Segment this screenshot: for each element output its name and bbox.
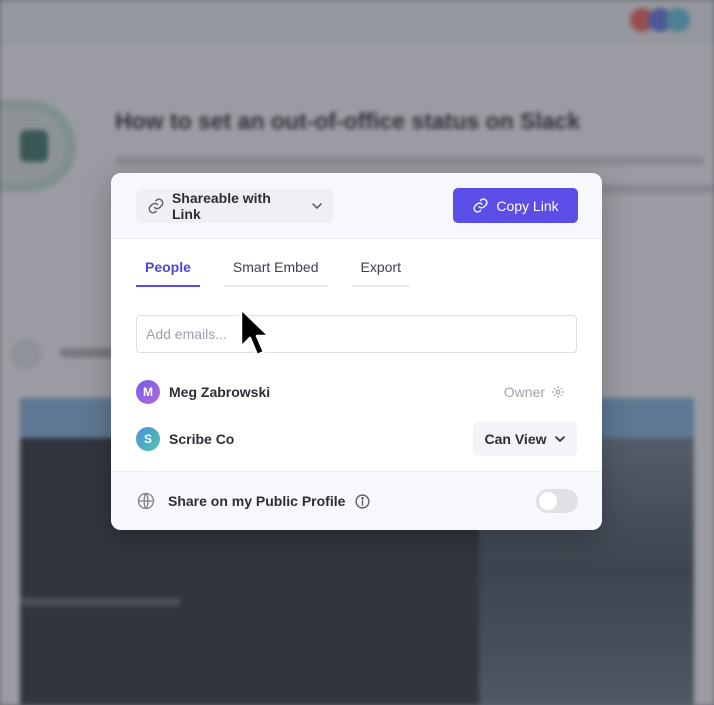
- tab-export[interactable]: Export: [351, 257, 410, 287]
- role-label: Can View: [484, 431, 547, 447]
- modal-header: Shareable with Link Copy Link: [111, 173, 602, 239]
- chevron-down-icon: [312, 203, 322, 210]
- person-row-viewer: S Scribe Co Can View: [136, 422, 577, 456]
- public-profile-label: Share on my Public Profile: [168, 493, 346, 509]
- toggle-knob: [539, 492, 557, 510]
- tab-smart-embed[interactable]: Smart Embed: [223, 257, 328, 287]
- modal-footer: Share on my Public Profile: [111, 471, 602, 530]
- role-label: Owner: [503, 384, 545, 400]
- link-icon: [148, 198, 164, 214]
- copy-link-button[interactable]: Copy Link: [453, 188, 578, 223]
- public-profile-row: Share on my Public Profile: [136, 491, 371, 511]
- avatar: M: [136, 380, 160, 404]
- permission-dropdown[interactable]: Can View: [473, 422, 577, 456]
- link-icon: [473, 198, 488, 213]
- info-icon[interactable]: [354, 493, 371, 510]
- public-profile-toggle[interactable]: [536, 489, 578, 513]
- person-row-owner: M Meg Zabrowski Owner: [136, 379, 577, 405]
- owner-role: Owner: [504, 384, 565, 400]
- mouse-pointer-icon: [239, 307, 271, 357]
- globe-icon: [137, 492, 155, 510]
- tab-people[interactable]: People: [136, 257, 200, 287]
- avatar: S: [136, 427, 160, 451]
- add-emails-input[interactable]: [136, 315, 577, 353]
- person-name: Meg Zabrowski: [169, 384, 271, 400]
- copy-link-label: Copy Link: [496, 197, 559, 214]
- gear-icon[interactable]: [551, 385, 565, 399]
- share-mode-label: Shareable with Link: [171, 190, 271, 222]
- share-mode-dropdown[interactable]: Shareable with Link: [136, 189, 334, 223]
- person-name: Scribe Co: [169, 431, 235, 447]
- share-modal: Shareable with Link Copy Link People Sma…: [111, 173, 602, 530]
- chevron-down-icon: [554, 436, 565, 443]
- share-tabs: People Smart Embed Export: [136, 257, 434, 287]
